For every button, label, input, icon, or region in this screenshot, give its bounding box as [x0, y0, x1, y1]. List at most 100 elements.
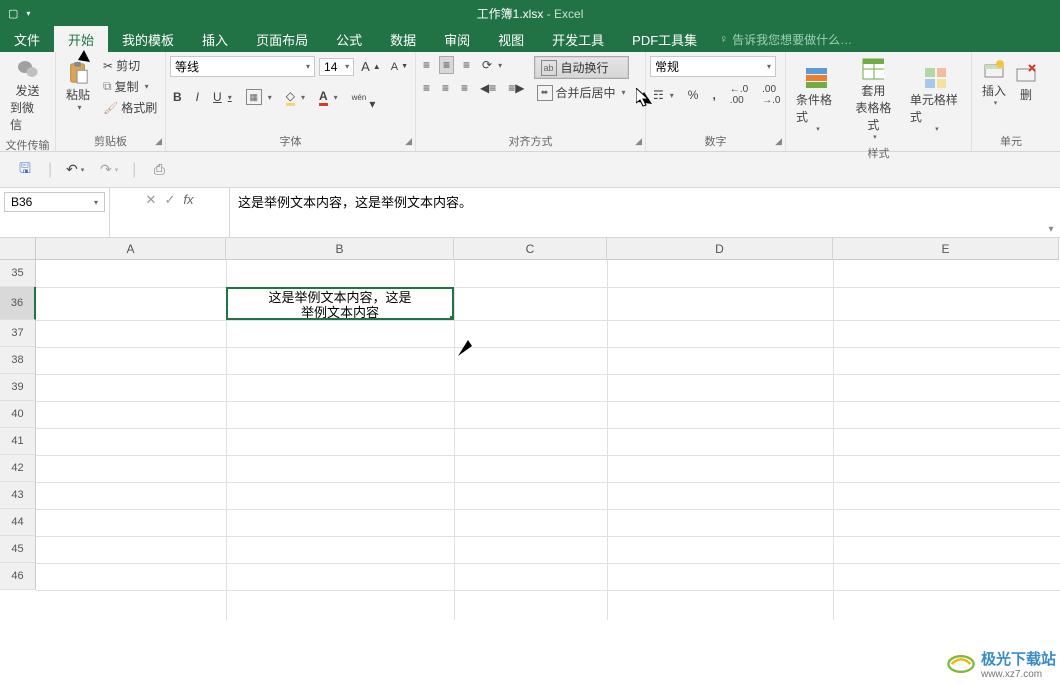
tab-templates[interactable]: 我的模板 [108, 26, 188, 52]
tab-review[interactable]: 审阅 [430, 26, 484, 52]
tell-me-search[interactable]: ♀ 告诉我您想要做什么… [711, 26, 852, 52]
cell-styles-button[interactable]: 单元格样式▾ [904, 65, 967, 135]
column-headers: A B C D E [36, 238, 1059, 260]
row-header[interactable]: 40 [0, 401, 36, 428]
col-header-C[interactable]: C [454, 238, 607, 260]
align-bottom-button[interactable]: ≡ [460, 57, 473, 73]
tab-view[interactable]: 视图 [484, 26, 538, 52]
border-button[interactable]: ▦▾ [243, 88, 275, 106]
col-header-A[interactable]: A [36, 238, 226, 260]
insert-cells-button[interactable]: 插入▾ [976, 56, 1012, 109]
row-header[interactable]: 38 [0, 347, 36, 374]
send-to-wechat-button[interactable]: 发送 到微信 [4, 56, 51, 135]
delete-cells-button[interactable]: 删 [1016, 60, 1036, 105]
row-header[interactable]: 37 [0, 320, 36, 347]
tab-file[interactable]: 文件 [0, 26, 54, 52]
underline-button[interactable]: U▾ [210, 89, 235, 105]
col-header-D[interactable]: D [607, 238, 833, 260]
percent-button[interactable]: % [685, 87, 702, 103]
scissors-icon: ✂ [103, 59, 113, 73]
tab-formula[interactable]: 公式 [322, 26, 376, 52]
orientation-button[interactable]: ⟳▾ [479, 57, 505, 73]
table-format-button[interactable]: 套用 表格格式▾ [847, 56, 900, 143]
col-header-E[interactable]: E [833, 238, 1059, 260]
table-format-icon [862, 58, 884, 80]
font-name-select[interactable]: 等线▾ [170, 56, 315, 77]
cut-button[interactable]: ✂剪切 [100, 56, 160, 75]
font-size-select[interactable]: 14▾ [319, 58, 354, 76]
comma-button[interactable]: , [709, 87, 718, 103]
cancel-formula-button[interactable]: ✕ [146, 192, 157, 208]
dialog-launcher-icon[interactable]: ◢ [155, 136, 162, 147]
align-top-button[interactable]: ≡ [420, 57, 433, 73]
merge-center-button[interactable]: ⬌ 合并后居中▾ [534, 83, 629, 102]
window-icon: ▢ [8, 7, 18, 20]
align-left-button[interactable]: ≡ [420, 80, 433, 96]
conditional-format-button[interactable]: 条件格式▾ [790, 65, 843, 135]
decrease-indent-button[interactable]: ◀≡ [477, 80, 499, 96]
dialog-launcher-icon[interactable]: ◢ [635, 136, 642, 147]
align-right-button[interactable]: ≡ [458, 80, 471, 96]
row-header[interactable]: 43 [0, 482, 36, 509]
row-header[interactable]: 36 [0, 287, 36, 320]
increase-indent-button[interactable]: ≡▶ [505, 80, 527, 96]
group-label: 数字 [650, 131, 781, 149]
fill-color-button[interactable]: ◇▾ [283, 88, 308, 107]
brush-icon: 🖌 [103, 101, 118, 115]
row-header[interactable]: 44 [0, 509, 36, 536]
redo-button[interactable]: ↷▾ [98, 159, 120, 181]
save-button[interactable]: 🖫 [14, 159, 36, 181]
decrease-decimal-button[interactable]: .00→.0 [759, 83, 783, 107]
active-cell-B36[interactable]: 这是举例文本内容，这是举例文本内容 [226, 287, 454, 320]
italic-button[interactable]: I [193, 89, 202, 105]
formula-input[interactable]: 这是举例文本内容，这是举例文本内容。 [230, 188, 1042, 237]
currency-button[interactable]: ☶▾ [650, 87, 677, 103]
worksheet: A B C D E 35 36 37 38 39 40 41 42 43 44 … [0, 238, 1060, 620]
fill-handle[interactable] [450, 316, 454, 320]
wrap-text-button[interactable]: ab 自动换行 [534, 56, 629, 79]
number-format-select[interactable]: 常规▾ [650, 56, 776, 77]
format-painter-button[interactable]: 🖌格式刷 [100, 98, 160, 117]
phonetic-button[interactable]: wén▾ [349, 82, 379, 112]
row-header[interactable]: 46 [0, 563, 36, 590]
font-color-button[interactable]: A▾ [316, 88, 341, 107]
watermark-logo-icon [944, 653, 978, 675]
tab-dev[interactable]: 开发工具 [538, 26, 618, 52]
tab-pdf[interactable]: PDF工具集 [618, 26, 711, 52]
tab-start[interactable]: 开始 [54, 26, 108, 52]
undo-button[interactable]: ↶▾ [64, 159, 86, 181]
align-middle-button[interactable]: ≡ [439, 56, 454, 74]
tab-data[interactable]: 数据 [376, 26, 430, 52]
copy-button[interactable]: ⧉复制▾ [100, 77, 160, 96]
row-header[interactable]: 42 [0, 455, 36, 482]
tab-insert[interactable]: 插入 [188, 26, 242, 52]
row-header[interactable]: 39 [0, 374, 36, 401]
chevron-down-icon[interactable]: ▾ [26, 9, 30, 18]
name-box[interactable]: B36▾ [4, 192, 105, 212]
group-label: 字体 [170, 131, 411, 149]
select-all-corner[interactable] [0, 238, 36, 260]
paste-button[interactable]: 粘贴▾ [60, 60, 96, 114]
col-header-B[interactable]: B [226, 238, 454, 260]
merge-icon: ⬌ [537, 85, 553, 101]
increase-font-button[interactable]: A▲ [358, 58, 384, 75]
expand-formula-button[interactable]: ▾ [1042, 188, 1060, 237]
print-preview-button[interactable]: ⎙ [148, 159, 170, 181]
decrease-font-button[interactable]: A▼ [388, 60, 411, 74]
bold-button[interactable]: B [170, 89, 185, 105]
row-header[interactable]: 45 [0, 536, 36, 563]
dialog-launcher-icon[interactable]: ◢ [405, 136, 412, 147]
tab-layout[interactable]: 页面布局 [242, 26, 322, 52]
group-label: 文件传输 [4, 135, 51, 153]
titlebar-left-controls: ▢ ▾ [0, 7, 30, 20]
dialog-launcher-icon[interactable]: ◢ [775, 136, 782, 147]
align-center-button[interactable]: ≡ [439, 80, 452, 96]
accept-formula-button[interactable]: ✓ [164, 192, 175, 208]
fx-button[interactable]: fx [183, 192, 193, 207]
group-label: 对齐方式 [420, 131, 641, 149]
row-header[interactable]: 41 [0, 428, 36, 455]
cells-area[interactable]: 这是举例文本内容，这是举例文本内容 [36, 260, 1060, 620]
row-header[interactable]: 35 [0, 260, 36, 287]
increase-decimal-button[interactable]: ←.0.00 [727, 83, 751, 107]
window-title: 工作簿1.xlsx - Excel [477, 5, 584, 22]
